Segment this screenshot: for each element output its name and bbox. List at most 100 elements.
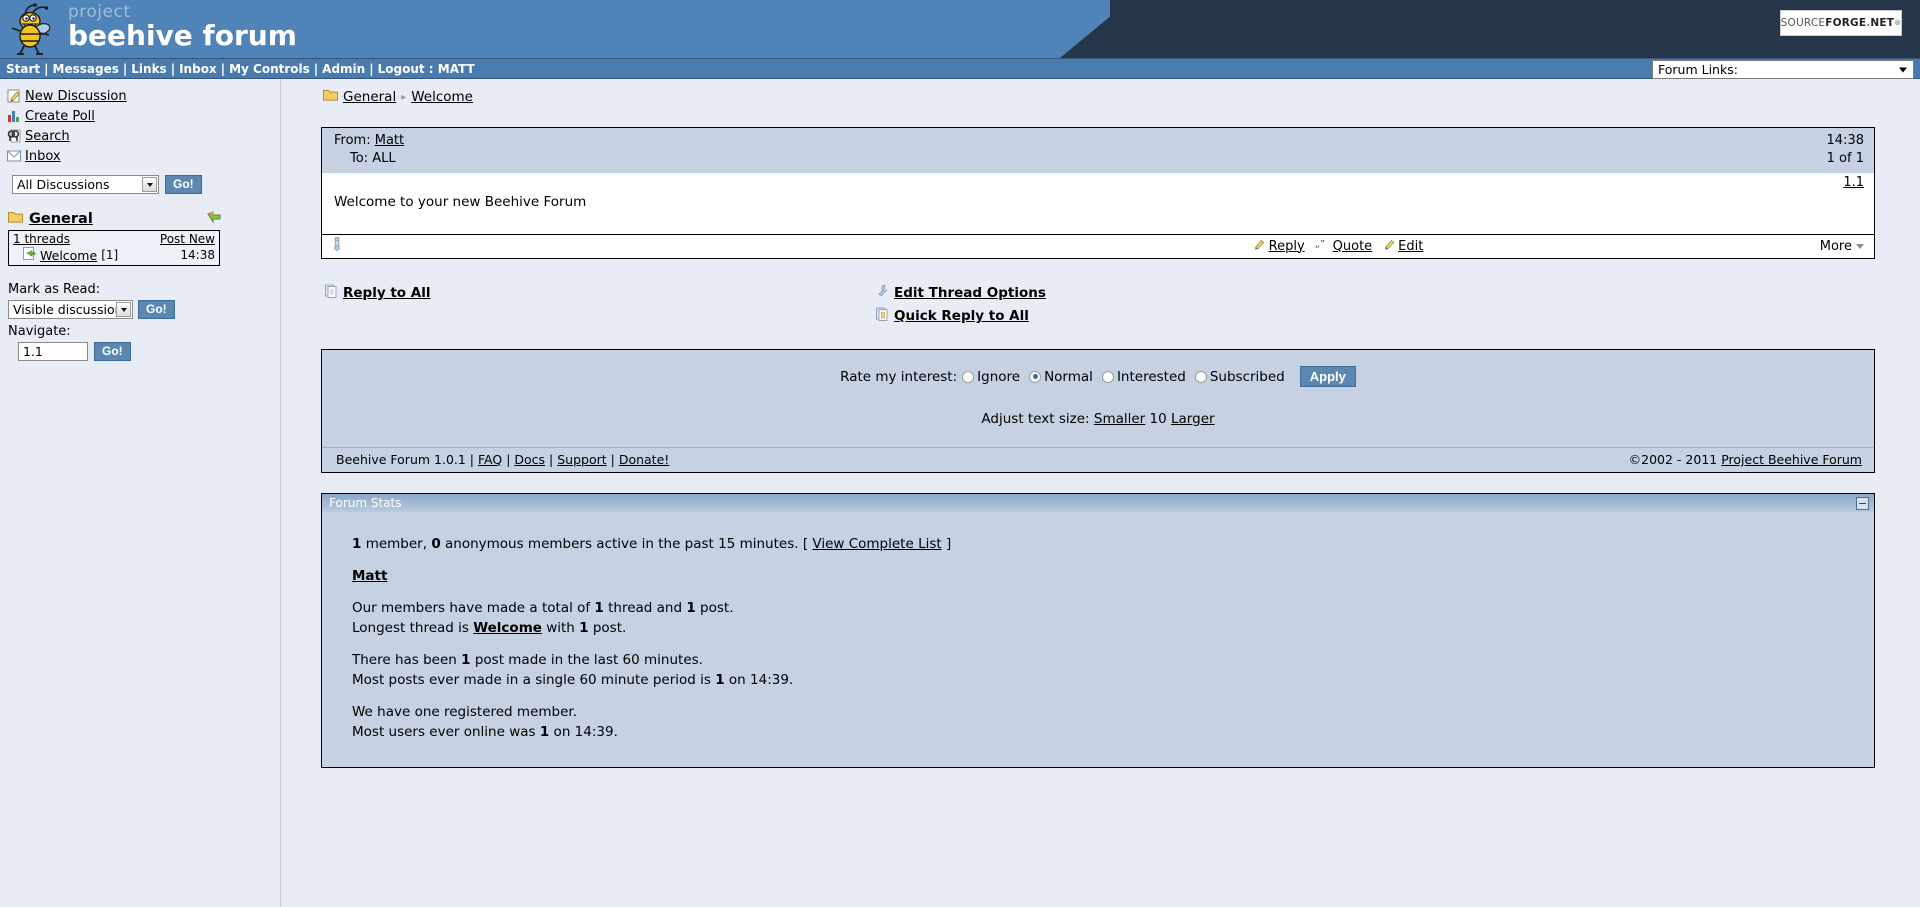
stats-total-mid: thread and: [603, 600, 687, 616]
search-icon: [7, 129, 25, 143]
stats-member-line: Matt: [352, 566, 1874, 586]
message-action-reply[interactable]: Reply: [1253, 238, 1305, 255]
mark-as-read-label: Mark as Read:: [8, 282, 101, 297]
sidebar-item-create-poll[interactable]: Create Poll: [0, 106, 280, 126]
message-permalink-row: 1.1: [322, 173, 1874, 190]
sidebar-item-new-discussion[interactable]: New Discussion: [0, 86, 280, 106]
jump-to-folder-icon[interactable]: [206, 211, 222, 229]
stats-longest-posts: 1: [579, 620, 589, 636]
edit-thread-options-action[interactable]: Edit Thread Options: [876, 284, 1046, 302]
message-to-group: To: ALL: [334, 150, 396, 168]
quote-icon: „”: [1315, 239, 1330, 254]
stats-mostusers-prefix: Most users ever online was: [352, 724, 540, 740]
navbar-items: Start | Messages | Links | Inbox | My Controls | A…: [4, 62, 477, 76]
reply-to-all-icon: [325, 284, 338, 302]
nav-item-logout[interactable]: Logout : MATT: [376, 62, 477, 76]
message-action-label[interactable]: Edit: [1398, 239, 1423, 254]
stats-active-member-link[interactable]: Matt: [352, 568, 387, 584]
main-navbar: Start | Messages | Links | Inbox | My Controls | A…: [0, 58, 1920, 79]
nav-item-messages[interactable]: Messages: [51, 62, 121, 76]
stats-recent-prefix: There has been: [352, 652, 462, 668]
message-permalink[interactable]: 1.1: [1843, 175, 1864, 190]
footer-link-docs[interactable]: Docs: [514, 452, 545, 467]
copyright-link[interactable]: Project Beehive Forum: [1721, 452, 1862, 467]
chevron-down-icon[interactable]: [142, 177, 157, 192]
threads-count-link[interactable]: 1 threads: [13, 232, 70, 246]
thread-list-item[interactable]: Welcome [1] 14:38: [9, 247, 219, 265]
thread-item-time: 14:38: [180, 248, 215, 262]
reply-to-all-action[interactable]: Reply to All: [325, 284, 430, 302]
rate-interest-row: Rate my interest: Ignore Normal Interest…: [322, 366, 1874, 387]
sidebar-link-label[interactable]: Create Poll: [25, 109, 95, 124]
nav-item-links[interactable]: Links: [129, 62, 168, 76]
discussion-filter-go-button[interactable]: Go!: [165, 175, 202, 194]
message-position: 1 of 1: [1826, 151, 1864, 166]
discussion-filter-select[interactable]: All Discussions: [12, 175, 159, 194]
nav-sep: |: [44, 61, 49, 76]
message-action-label[interactable]: Reply: [1269, 239, 1305, 254]
rate-option-ignore[interactable]: Ignore: [962, 369, 1020, 385]
thread-item-link[interactable]: Welcome: [40, 248, 97, 263]
mark-as-read-row: Visible discussions Go!: [8, 300, 280, 319]
rate-option-subscribed[interactable]: Subscribed: [1194, 369, 1285, 385]
radio-normal[interactable]: [1029, 370, 1042, 383]
breadcrumb-thread-link[interactable]: Welcome: [411, 89, 473, 105]
nav-item-start[interactable]: Start: [4, 62, 42, 76]
view-complete-list-link[interactable]: View Complete List: [812, 536, 941, 552]
stats-recent-line: There has been 1 post made in the last 6…: [352, 650, 1874, 670]
breadcrumb-folder-link[interactable]: General: [343, 89, 396, 105]
message-action-edit[interactable]: Edit: [1382, 238, 1423, 255]
reply-to-all-link[interactable]: Reply to All: [343, 285, 430, 301]
sidebar-link-label[interactable]: New Discussion: [25, 89, 127, 104]
apply-button[interactable]: Apply: [1299, 366, 1356, 387]
stats-longest-thread-link[interactable]: Welcome: [473, 620, 542, 636]
sidebar-item-search[interactable]: Search: [0, 126, 280, 146]
thread-actions: Reply to All Edit Thread Options Quick R…: [321, 284, 1875, 330]
radio-interested[interactable]: [1101, 370, 1114, 383]
forum-stats-box: Forum Stats 1 member, 0 anonymous member…: [321, 493, 1875, 768]
sidebar-item-inbox[interactable]: Inbox: [0, 146, 280, 166]
forum-links-select[interactable]: Forum Links:: [1652, 60, 1914, 79]
footer-link-support[interactable]: Support: [557, 452, 606, 467]
forum-stats-header: Forum Stats: [322, 494, 1874, 512]
message-action-quote[interactable]: „” Quote: [1315, 239, 1373, 254]
quick-reply-to-all-action[interactable]: Quick Reply to All: [876, 307, 1046, 325]
radio-subscribed[interactable]: [1194, 370, 1207, 383]
post-new-link[interactable]: Post New: [160, 232, 215, 246]
mark-as-read-select[interactable]: Visible discussions: [8, 300, 133, 319]
message-more-menu[interactable]: More: [1820, 239, 1864, 254]
sourceforge-logo[interactable]: SOURCE FORGE. NET ®: [1780, 10, 1902, 36]
stats-spacer: [352, 554, 1874, 566]
rate-option-normal[interactable]: Normal: [1029, 369, 1093, 385]
rate-option-label: Normal: [1044, 368, 1093, 385]
stats-mostusers-time: 14:39.: [574, 724, 618, 740]
footer-link-faq[interactable]: FAQ: [478, 452, 502, 467]
navigate-input[interactable]: [18, 342, 88, 361]
mark-as-read-go-button[interactable]: Go!: [138, 300, 175, 319]
message-from-author-link[interactable]: Matt: [375, 133, 404, 148]
stats-total-threads: 1: [594, 600, 604, 616]
minimize-icon[interactable]: [1856, 496, 1869, 510]
nav-item-my-controls[interactable]: My Controls: [227, 62, 312, 76]
nav-item-admin[interactable]: Admin: [320, 62, 367, 76]
sidebar-link-label[interactable]: Search: [25, 129, 70, 144]
text-size-larger-link[interactable]: Larger: [1171, 411, 1215, 427]
footer-link-donate[interactable]: Donate!: [619, 452, 669, 467]
message-actions: Reply „” Quote Edit: [1253, 238, 1423, 255]
text-size-smaller-link[interactable]: Smaller: [1094, 411, 1145, 427]
create-poll-icon: [7, 109, 25, 123]
radio-ignore[interactable]: [962, 370, 975, 383]
edit-thread-options-link[interactable]: Edit Thread Options: [894, 285, 1046, 301]
navigate-go-button[interactable]: Go!: [94, 342, 131, 361]
message-body-text: Welcome to your new Beehive Forum: [334, 194, 587, 210]
stats-longest-mid: with: [541, 620, 580, 636]
message-action-label[interactable]: Quote: [1333, 239, 1373, 254]
rate-option-interested[interactable]: Interested: [1101, 369, 1186, 385]
chevron-down-icon[interactable]: [116, 302, 131, 317]
sidebar-link-label[interactable]: Inbox: [25, 149, 61, 164]
thread-name-group: Welcome [1]: [23, 247, 118, 263]
stats-active-text-1: member,: [361, 536, 432, 552]
quick-reply-to-all-link[interactable]: Quick Reply to All: [894, 308, 1029, 324]
folder-link-general[interactable]: General: [29, 211, 93, 227]
nav-item-inbox[interactable]: Inbox: [177, 62, 219, 76]
